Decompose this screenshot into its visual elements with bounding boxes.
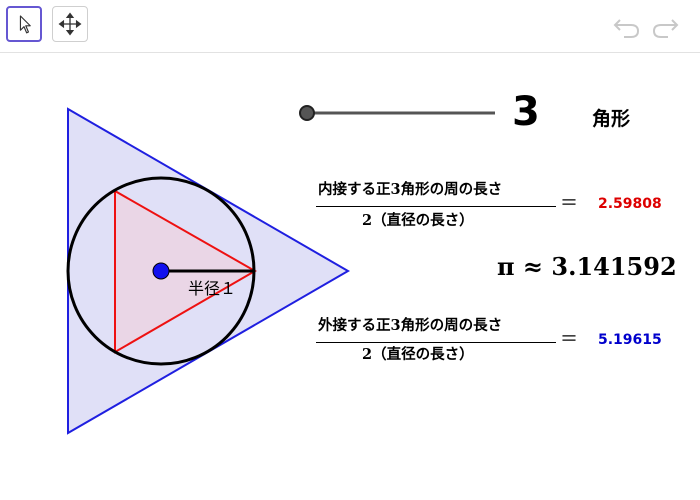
slider-unit-label: 角形 bbox=[592, 108, 631, 130]
inscribed-value: 2.59808 bbox=[598, 196, 662, 212]
inscribed-equals: ＝ bbox=[560, 193, 578, 214]
circumscribed-equals: ＝ bbox=[560, 329, 578, 350]
undo-button[interactable] bbox=[612, 14, 642, 40]
cursor-arrow-icon bbox=[19, 15, 31, 34]
move-tool-button[interactable] bbox=[6, 6, 42, 42]
toolbar bbox=[0, 0, 700, 53]
move-graphics-view-button[interactable] bbox=[52, 6, 88, 42]
undo-icon bbox=[613, 19, 640, 38]
circumscribed-fraction-bar bbox=[316, 342, 556, 343]
slider-handle[interactable] bbox=[299, 105, 315, 121]
inscribed-numerator: 内接する正3角形の周の長さ bbox=[318, 181, 503, 198]
inscribed-denominator: 2（直径の長さ） bbox=[362, 212, 474, 229]
circumscribed-denominator: 2（直径の長さ） bbox=[362, 346, 474, 363]
move-arrows-icon bbox=[58, 12, 82, 36]
graphics-view[interactable]: 3 角形 半径１ 内接する正3角形の周の長さ 2（直径の長さ） ＝ 2.5980… bbox=[0, 53, 700, 500]
center-point[interactable] bbox=[152, 262, 170, 280]
pi-approximation: π ≈ 3.141592 bbox=[497, 252, 677, 281]
circumscribed-numerator: 外接する正3角形の周の長さ bbox=[318, 317, 503, 334]
circumscribed-value: 5.19615 bbox=[598, 332, 662, 348]
slider-value: 3 bbox=[512, 89, 540, 135]
redo-icon bbox=[652, 19, 679, 38]
radius-label: 半径１ bbox=[188, 279, 237, 298]
redo-button[interactable] bbox=[650, 14, 680, 40]
inscribed-fraction-bar bbox=[316, 206, 556, 207]
